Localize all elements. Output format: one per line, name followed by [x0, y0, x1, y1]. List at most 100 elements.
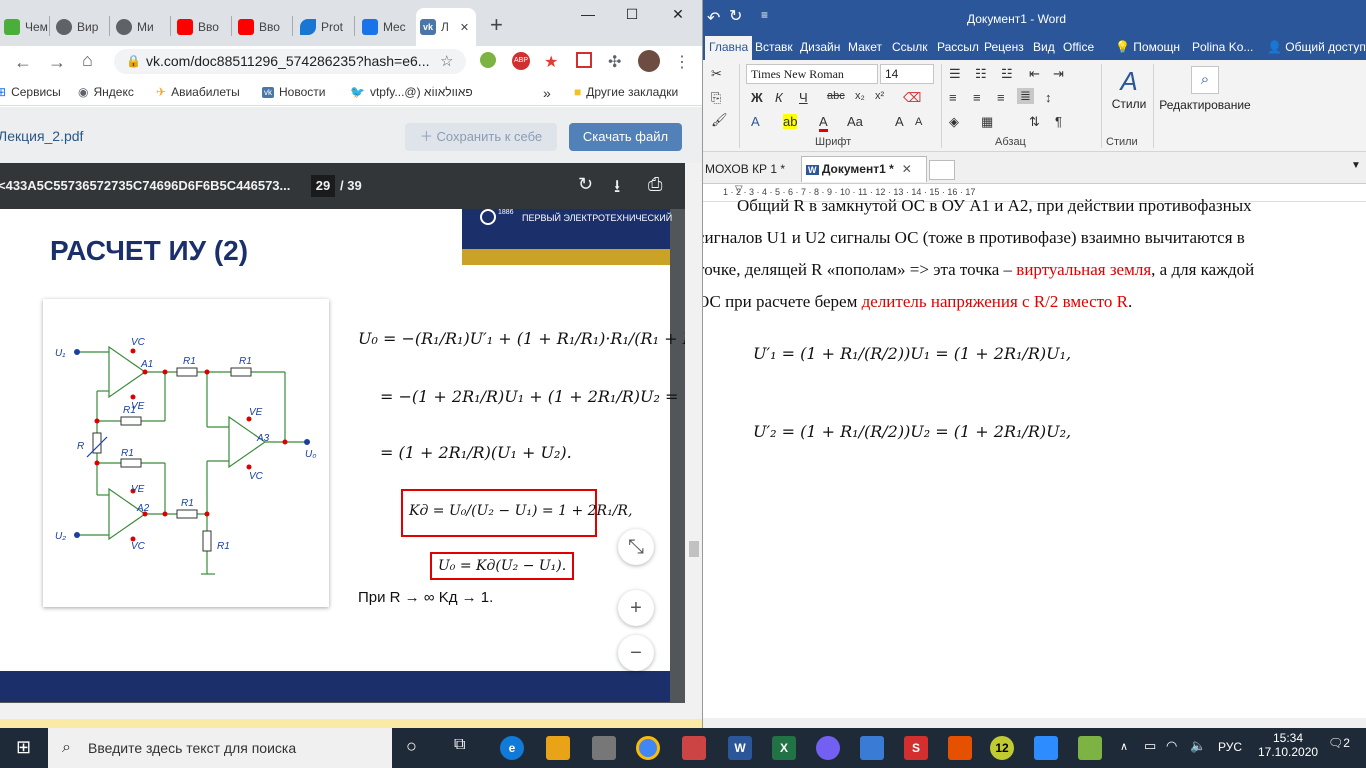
extension-icon[interactable]	[480, 52, 496, 68]
notifications-button[interactable]: 🗨2	[1328, 736, 1350, 750]
justify-icon[interactable]: ≣	[1017, 88, 1034, 104]
new-tab-button[interactable]: +	[490, 12, 503, 38]
shading-icon[interactable]: ◈	[949, 114, 959, 130]
customize-qat-icon[interactable]: ≡	[761, 8, 768, 22]
puzzle-icon[interactable]: ✣	[608, 52, 621, 72]
browser-tab[interactable]: Чем	[0, 8, 50, 46]
star-extension-icon[interactable]: ★	[544, 52, 558, 72]
editing-button[interactable]: ⌕ Редактирование	[1159, 66, 1251, 112]
viber-icon[interactable]	[816, 736, 840, 760]
subscript-button[interactable]: x₂	[855, 90, 865, 102]
bullets-icon[interactable]: ☰	[949, 66, 961, 82]
tab-dropdown-icon[interactable]: ▼	[1351, 160, 1361, 171]
browser-tab[interactable]: Mec	[358, 8, 414, 46]
equation-u2-prime[interactable]: U′₂ = (1 + R₁/(R/2))U₂ = (1 + 2R₁/R)U₂,	[753, 422, 1071, 441]
font-color-icon[interactable]: A	[819, 114, 828, 132]
minimize-button[interactable]: —	[568, 6, 608, 22]
clock[interactable]: 15:34 17.10.2020	[1258, 731, 1318, 759]
bookmark-news[interactable]: vk Новости	[262, 85, 325, 99]
cut-icon[interactable]: ✂	[711, 66, 722, 82]
tab-insert[interactable]: Вставк	[755, 40, 793, 54]
browser-tab[interactable]: Ми	[112, 8, 168, 46]
home-icon[interactable]: ⌂	[82, 50, 93, 71]
language-indicator[interactable]: РУС	[1218, 740, 1242, 754]
tab-office[interactable]: Office	[1063, 40, 1094, 54]
adblock-icon[interactable]: ABP	[512, 52, 530, 70]
download-icon[interactable]: ⭳	[614, 174, 620, 204]
tab-layout[interactable]: Макет	[848, 40, 882, 54]
text-effects-icon[interactable]: A	[751, 114, 760, 129]
doc-tab-active[interactable]: W Документ1 * ✕	[801, 156, 927, 182]
tell-me-search[interactable]: 💡 Помощн	[1115, 40, 1180, 54]
solidworks-icon[interactable]: S	[904, 736, 928, 760]
taskbar-search[interactable]: ⌕ Введите здесь текст для поиска	[48, 728, 392, 768]
multilevel-list-icon[interactable]: ☳	[1001, 66, 1013, 82]
close-tab-icon[interactable]: ✕	[902, 162, 912, 176]
zoom-in-button[interactable]: +	[618, 590, 654, 626]
app-icon[interactable]	[682, 736, 706, 760]
browser-tab[interactable]: Вво	[234, 8, 290, 46]
numbering-icon[interactable]: ☷	[975, 66, 987, 82]
redo-icon[interactable]: ↻	[729, 6, 742, 26]
cortana-icon[interactable]: ○	[406, 736, 417, 757]
share-button[interactable]: 👤 Общий доступ	[1267, 40, 1366, 54]
show-marks-icon[interactable]: ¶	[1055, 114, 1062, 129]
align-right-icon[interactable]: ≡	[997, 90, 1005, 105]
browser-tab[interactable]: Вво	[173, 8, 229, 46]
copy-icon[interactable]: ⎘	[711, 90, 721, 106]
print-icon[interactable]: ⎙	[648, 174, 662, 195]
extension-icon[interactable]	[576, 52, 592, 68]
grow-font-icon[interactable]: A	[895, 114, 904, 129]
menu-icon[interactable]: ⋮	[674, 52, 690, 72]
back-arrow-icon[interactable]: ←	[14, 52, 32, 73]
forward-arrow-icon[interactable]: →	[48, 52, 66, 73]
highlight-icon[interactable]: ab	[783, 114, 798, 129]
avatar[interactable]	[638, 50, 660, 72]
font-size-select[interactable]: 14	[880, 64, 934, 84]
pdf-viewer[interactable]: 1886 ПЕРВЫЙ ЭЛЕКТРОТЕХНИЧЕСКИЙ РАСЧЕТ ИУ…	[0, 209, 685, 719]
windows-start-icon[interactable]: ⊞	[16, 737, 31, 758]
horizontal-scrollbar[interactable]	[0, 703, 685, 719]
network-icon[interactable]: ▭	[1144, 738, 1156, 754]
paint-icon[interactable]	[1078, 736, 1102, 760]
fit-page-button[interactable]: ⤡	[618, 529, 654, 565]
close-tab-icon[interactable]: ✕	[460, 21, 469, 34]
format-painter-icon[interactable]: 🖌	[711, 112, 728, 128]
scroll-thumb[interactable]	[689, 541, 699, 557]
increase-indent-icon[interactable]: ⇥	[1053, 66, 1064, 82]
browser-tab[interactable]: Вир	[52, 8, 108, 46]
italic-button[interactable]: К	[775, 90, 783, 105]
app-icon[interactable]: 12	[990, 736, 1014, 760]
document-page[interactable]: Общий R в замкнутой ОС в ОУ A1 и A2, при…	[703, 196, 1366, 728]
browser-tab-active[interactable]: vk Л ✕	[416, 8, 476, 46]
excel-icon[interactable]: X	[772, 736, 796, 760]
page-number-input[interactable]: 29	[311, 175, 335, 197]
rotate-icon[interactable]: ↻	[578, 174, 593, 195]
task-view-icon[interactable]: ⧉	[454, 736, 465, 754]
file-explorer-icon[interactable]	[546, 736, 570, 760]
superscript-button[interactable]: x²	[875, 90, 884, 102]
tab-design[interactable]: Дизайн	[800, 40, 840, 54]
styles-button[interactable]: A Стили	[1107, 66, 1151, 111]
zoom-icon[interactable]	[1034, 736, 1058, 760]
matlab-icon[interactable]	[948, 736, 972, 760]
change-case-icon[interactable]: Aa	[847, 114, 863, 129]
tab-review[interactable]: Реценз	[984, 40, 1024, 54]
tab-view[interactable]: Вид	[1033, 40, 1055, 54]
sort-icon[interactable]: ⇅	[1029, 114, 1040, 130]
more-bookmarks-button[interactable]: »	[543, 85, 551, 101]
bold-button[interactable]: Ж	[751, 90, 763, 105]
tab-references[interactable]: Ссылк	[892, 40, 928, 54]
app-icon[interactable]	[860, 736, 884, 760]
borders-icon[interactable]: ▦	[981, 114, 993, 130]
clear-format-icon[interactable]: ⌫	[903, 90, 921, 106]
underline-button[interactable]: Ч	[799, 90, 808, 105]
download-file-button[interactable]: Скачать файл	[569, 123, 682, 151]
new-doc-tab-button[interactable]	[929, 160, 955, 180]
strikethrough-button[interactable]: abc	[827, 90, 845, 102]
align-center-icon[interactable]: ≡	[973, 90, 981, 105]
doc-tab[interactable]: МОХОВ КР 1 *	[703, 156, 801, 182]
shrink-font-icon[interactable]: A	[915, 116, 922, 128]
save-icon[interactable]: ↶	[707, 8, 720, 28]
edge-icon[interactable]: e	[500, 736, 524, 760]
